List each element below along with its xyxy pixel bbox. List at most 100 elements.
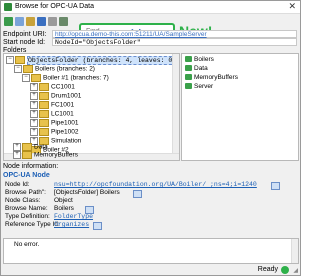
status-text: Ready — [257, 266, 278, 273]
tree-item-label: Simulation — [51, 137, 82, 145]
tree-item-label: ObjectsFolder (branches: 4, leaves: 0) — [27, 55, 178, 65]
tree-item-drum1001[interactable]: + Drum1001 — [30, 92, 81, 100]
log-panel: No error. — [3, 238, 299, 264]
expand-icon[interactable]: + — [30, 128, 38, 136]
collapse-icon[interactable]: − — [6, 56, 14, 64]
list-item-label: Data — [194, 65, 208, 72]
list-item[interactable]: Server — [185, 83, 213, 91]
start-node-field[interactable]: NodeId="ObjectsFolder" — [52, 38, 297, 46]
tree-item-label: Pipe1002 — [51, 128, 79, 136]
start-node-label: Start node Id: — [3, 39, 46, 46]
browse-path-label: Browse Path": — [5, 189, 46, 196]
resize-grip-icon[interactable]: ◢ — [293, 267, 298, 274]
node-id-value[interactable]: nsu=http://opcfoundation.org/UA/Boiler/ … — [54, 181, 257, 189]
tree-item-pipe1002[interactable]: + Pipe1002 — [30, 128, 78, 136]
type-definition-label: Type Definition: — [5, 213, 50, 220]
node-icon — [185, 83, 192, 90]
endpoint-value[interactable]: http://opcua.demo-this.com:51211/UA/Samp… — [55, 31, 207, 38]
folder-icon — [31, 74, 41, 82]
home-icon[interactable] — [26, 17, 35, 26]
log-message: No error. — [14, 241, 40, 248]
folder-icon — [39, 119, 49, 127]
folder-icon — [23, 65, 33, 73]
reference-type-label: Reference Type Id: — [5, 221, 60, 228]
type-definition-value[interactable]: FolderType — [54, 213, 93, 221]
tree-item-cc1001[interactable]: + CC1001 — [30, 83, 75, 91]
copy-icon[interactable] — [271, 182, 280, 190]
node-icon — [185, 56, 192, 63]
browse-path-value: [ObjectsFolder] Boilers — [54, 189, 120, 196]
folder-icon — [39, 101, 49, 109]
browse-name-value: Boilers — [54, 205, 74, 212]
node-id-label: Node Id: — [5, 181, 30, 188]
folder-icon — [22, 151, 32, 159]
tree-item-fc1001[interactable]: + FC1001 — [30, 101, 74, 109]
tree-item-boilers[interactable]: − Boilers (branches: 2) — [14, 65, 95, 73]
tree-item-label: FC1001 — [51, 101, 75, 109]
folder-icon — [15, 56, 25, 64]
reference-type-value[interactable]: Organizes — [54, 221, 89, 229]
status-bar: Ready ◢ — [1, 264, 300, 275]
node-class-label: Node Class: — [5, 197, 41, 204]
expand-icon[interactable]: + — [30, 92, 38, 100]
list-item-label: Server — [194, 83, 214, 90]
list-item[interactable]: Boilers — [185, 56, 214, 64]
browse-name-label: Browse Name: — [5, 205, 48, 212]
log-scrollbar[interactable] — [291, 239, 298, 263]
endpoint-field[interactable]: http://opcua.demo-this.com:51211/UA/Samp… — [52, 30, 297, 38]
node-info-header: Node information: — [3, 163, 59, 170]
node-icon — [185, 74, 192, 81]
tree-item-memorybuffers[interactable]: + MemoryBuffers — [13, 151, 78, 159]
tree-item-label: Boilers (branches: 2) — [35, 65, 95, 73]
tree-item-pipe1001[interactable]: + Pipe1001 — [30, 119, 78, 127]
expand-icon[interactable]: + — [30, 119, 38, 127]
properties-icon[interactable] — [48, 17, 57, 26]
expand-icon[interactable]: + — [13, 151, 21, 159]
close-button[interactable]: ✕ — [288, 1, 296, 12]
node-class-value: Object — [54, 197, 73, 204]
tree-item-label: Pipe1001 — [51, 119, 79, 127]
back-icon[interactable] — [4, 17, 13, 26]
app-icon — [4, 3, 12, 11]
tree-item-label: MemoryBuffers — [34, 151, 78, 159]
title-bar: Browse for OPC-UA Data ✕ — [1, 1, 300, 14]
copy-icon[interactable] — [133, 190, 142, 198]
settings-icon[interactable] — [59, 17, 68, 26]
expand-icon[interactable]: + — [13, 143, 21, 151]
tree-item-label: Boiler #1 (branches: 7) — [43, 74, 109, 82]
list-item[interactable]: Data — [185, 65, 208, 73]
collapse-icon[interactable]: − — [14, 65, 22, 73]
tree-item-objectsfolder[interactable]: − ObjectsFolder (branches: 4, leaves: 0) — [6, 55, 178, 65]
list-item-label: Boilers — [194, 56, 214, 63]
tree-item-label: LC1001 — [51, 110, 74, 118]
folder-icon — [39, 83, 49, 91]
list-item-label: MemoryBuffers — [194, 74, 238, 81]
items-list: Boilers Data MemoryBuffers Server — [181, 53, 299, 161]
folder-icon — [39, 92, 49, 100]
refresh-icon[interactable] — [37, 17, 46, 26]
endpoint-label: Endpoint URI: — [3, 31, 47, 38]
browse-window: Browse for OPC-UA Data ✕ ◀ ▶ ⋯ New! Endp… — [0, 0, 301, 276]
tree-item-label: Data — [34, 143, 48, 151]
expand-icon[interactable]: + — [30, 110, 38, 118]
tree-item-label: CC1001 — [51, 83, 75, 91]
tree-item-data[interactable]: + Data — [13, 143, 48, 151]
node-icon — [185, 65, 192, 72]
folder-icon — [39, 128, 49, 136]
tree-item-lc1001[interactable]: + LC1001 — [30, 110, 74, 118]
folder-icon — [22, 143, 32, 151]
window-title: Browse for OPC-UA Data — [15, 3, 94, 10]
forward-icon[interactable] — [15, 17, 24, 26]
tree-item-label: Drum1001 — [51, 92, 82, 100]
vertical-scrollbar[interactable] — [172, 54, 179, 154]
collapse-icon[interactable]: − — [22, 74, 30, 82]
toolbar: ◀ ▶ ⋯ New! — [1, 14, 300, 41]
copy-icon[interactable] — [93, 222, 102, 230]
list-item[interactable]: MemoryBuffers — [185, 74, 238, 82]
tree-item-boiler-1[interactable]: − Boiler #1 (branches: 7) — [22, 74, 109, 82]
node-info-title: OPC-UA Node — [3, 172, 50, 179]
ready-icon — [281, 266, 289, 274]
expand-icon[interactable]: + — [30, 83, 38, 91]
folder-icon — [39, 110, 49, 118]
expand-icon[interactable]: + — [30, 101, 38, 109]
